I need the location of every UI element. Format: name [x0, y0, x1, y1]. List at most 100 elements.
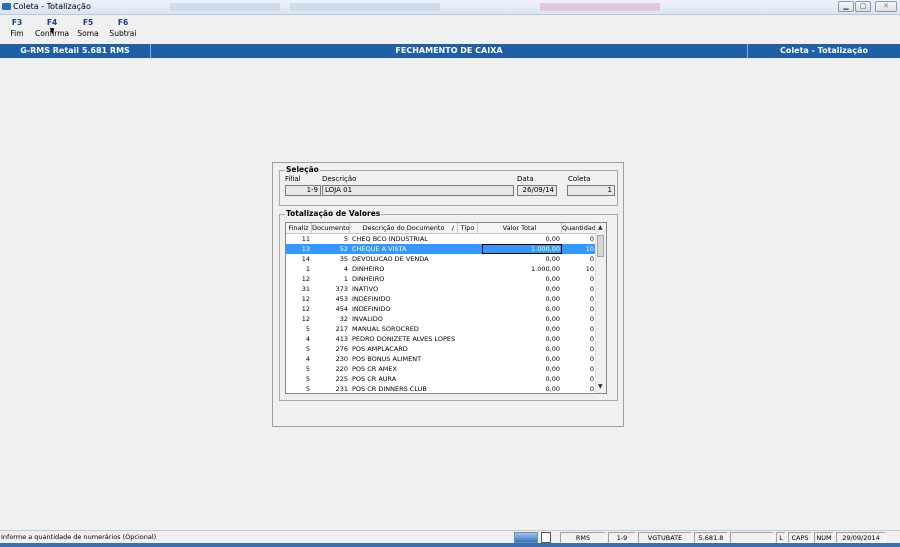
cell-descricao: POS CR DINNERS CLUB: [352, 385, 427, 393]
status-filial: 1-9: [608, 532, 636, 543]
table-row[interactable]: 12 32 INVALIDO 0,00 0: [286, 314, 596, 324]
subtrai-button[interactable]: F6 Subtrai: [106, 17, 140, 43]
cell-tipo: [458, 274, 478, 284]
status-date: 29/09/2014: [836, 532, 886, 543]
cell-tipo: [458, 374, 478, 384]
close-button[interactable]: ✕: [875, 1, 897, 12]
table-row[interactable]: 5 231 POS CR DINNERS CLUB 0,00 0: [286, 384, 596, 393]
scroll-up-icon[interactable]: ▲: [598, 224, 603, 231]
cell-documento: 32: [339, 315, 348, 323]
cell-valor: 0,00: [545, 305, 560, 313]
cell-quantidade: 0: [589, 335, 594, 343]
col-quantidade[interactable]: Quantidade: [562, 223, 600, 233]
cell-documento: 220: [335, 365, 348, 373]
cell-descricao: POS AMPLACARD: [352, 345, 408, 353]
col-finaliz[interactable]: Finaliz: [286, 223, 312, 233]
cell-descricao: PEDRO DONIZETE ALVES LOPES: [352, 335, 456, 343]
cell-documento: 4: [343, 265, 348, 273]
cell-tipo: [458, 284, 478, 294]
table-row[interactable]: 5 225 POS CR AURA 0,00 0: [286, 374, 596, 384]
cell-documento: 217: [335, 325, 348, 333]
scroll-down-icon[interactable]: ▼: [598, 383, 603, 390]
cell-descricao: INDEFINIDO: [352, 305, 391, 313]
col-valor[interactable]: Valor Total: [478, 223, 562, 233]
cell-documento: 453: [335, 295, 348, 303]
col-documento[interactable]: Documento: [312, 223, 350, 233]
cell-documento: 52: [339, 245, 348, 253]
cell-valor: 0,00: [545, 355, 560, 363]
cell-valor: 0,00: [545, 235, 560, 243]
status-caps: CAPS: [788, 532, 812, 543]
screen-title: FECHAMENTO DE CAIXA: [395, 46, 503, 55]
cell-tipo: [458, 364, 478, 374]
network-icon: [514, 532, 538, 543]
cell-quantidade: 0: [589, 315, 594, 323]
key-label: F6: [117, 18, 129, 27]
cell-descricao: POS CR AMEX: [352, 365, 397, 373]
cell-tipo: [458, 264, 478, 274]
status-message: Informe a quantidade de numerários (Opci…: [1, 533, 157, 541]
coleta-field[interactable]: 1: [567, 185, 615, 196]
fim-button[interactable]: F3 Fim: [0, 17, 34, 43]
col-tipo[interactable]: Tipo: [458, 223, 478, 233]
cell-finaliz: 5: [305, 375, 310, 383]
scroll-thumb[interactable]: [597, 235, 604, 257]
cell-finaliz: 12: [301, 295, 310, 303]
data-field[interactable]: 26/09/14: [517, 185, 557, 196]
descricao-field[interactable]: LOJA 01: [322, 185, 514, 196]
table-row[interactable]: 13 52 CHEQUE A VISTA 1.000,00 10: [286, 244, 596, 254]
cell-descricao: MANUAL SOROCRED: [352, 325, 419, 333]
cell-valor: 0,00: [545, 295, 560, 303]
table-row[interactable]: 12 1 DINHEIRO 0,00 0: [286, 274, 596, 284]
grid-header: Finaliz Documento Descrição do Documento…: [286, 223, 600, 234]
cell-tipo: [458, 294, 478, 304]
cell-descricao: CHEQ BCO INDUSTRIAL: [352, 235, 428, 243]
status-num: NUM: [814, 532, 834, 543]
table-row[interactable]: 5 220 POS CR AMEX 0,00 0: [286, 364, 596, 374]
cell-tipo: [458, 384, 478, 393]
table-row[interactable]: 12 454 INDEFINIDO 0,00 0: [286, 304, 596, 314]
cell-finaliz: 1: [305, 265, 310, 273]
table-row[interactable]: 1 4 DINHEIRO 1.000,00 10: [286, 264, 596, 274]
cell-tipo: [458, 354, 478, 364]
totalizacao-grid[interactable]: Finaliz Documento Descrição do Documento…: [285, 222, 607, 394]
valor-edit-box[interactable]: [482, 244, 562, 254]
module-name: Coleta - Totalização: [780, 46, 868, 55]
cell-quantidade: 0: [589, 375, 594, 383]
cell-finaliz: 5: [305, 345, 310, 353]
status-user: VGTUBATE: [638, 532, 692, 543]
cell-valor: 0,00: [545, 335, 560, 343]
cell-documento: 276: [335, 345, 348, 353]
totalizacao-title: Totalização de Valores: [285, 209, 382, 218]
cell-finaliz: 12: [301, 275, 310, 283]
cell-tipo: [458, 234, 478, 244]
cell-tipo: [458, 244, 478, 254]
table-row[interactable]: 4 413 PEDRO DONIZETE ALVES LOPES 0,00 0: [286, 334, 596, 344]
table-row[interactable]: 4 230 POS BONUS ALIMENT 0,00 0: [286, 354, 596, 364]
cell-documento: 231: [335, 385, 348, 393]
cell-descricao: DEVOLUCAO DE VENDA: [352, 255, 429, 263]
filial-field[interactable]: 1-9: [285, 185, 321, 196]
cell-quantidade: 0: [589, 305, 594, 313]
cell-documento: 454: [335, 305, 348, 313]
table-row[interactable]: 31 373 INATIVO 0,00 0: [286, 284, 596, 294]
cell-tipo: [458, 304, 478, 314]
button-label: Fim: [10, 29, 24, 38]
cell-quantidade: 0: [589, 325, 594, 333]
col-descricao[interactable]: Descrição do Documento /: [350, 223, 458, 233]
table-row[interactable]: 5 217 MANUAL SOROCRED 0,00 0: [286, 324, 596, 334]
cell-descricao: CHEQUE A VISTA: [352, 245, 407, 253]
soma-button[interactable]: F5 Soma: [71, 17, 105, 43]
table-row[interactable]: 5 276 POS AMPLACARD 0,00 0: [286, 344, 596, 354]
minimize-button[interactable]: ▁: [838, 1, 854, 12]
grid-scrollbar[interactable]: ▲ ▼: [595, 223, 606, 393]
table-row[interactable]: 14 35 DEVOLUCAO DE VENDA 0,00 0: [286, 254, 596, 264]
key-label: F5: [82, 18, 94, 27]
cell-documento: 373: [335, 285, 348, 293]
cell-valor: 0,00: [545, 255, 560, 263]
maximize-button[interactable]: ▢: [855, 1, 871, 12]
table-row[interactable]: 12 453 INDEFINIDO 0,00 0: [286, 294, 596, 304]
cell-quantidade: 0: [589, 385, 594, 393]
cell-finaliz: 11: [301, 235, 310, 243]
table-row[interactable]: 11 5 CHEQ BCO INDUSTRIAL 0,00 0: [286, 234, 596, 244]
